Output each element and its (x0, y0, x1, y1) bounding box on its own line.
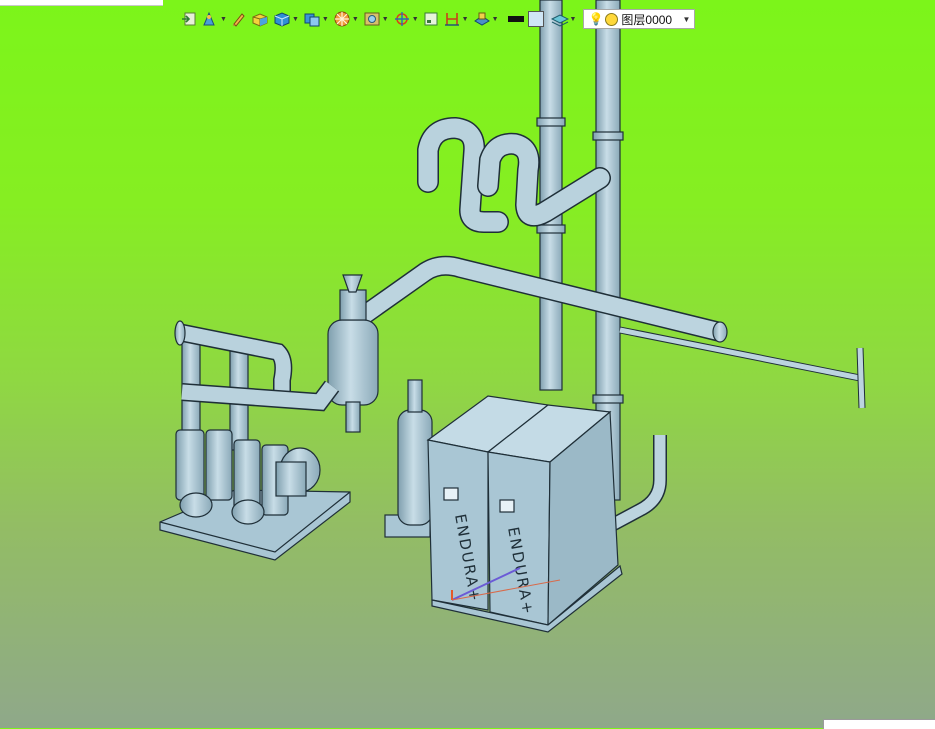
chevron-down-icon: ▼ (569, 15, 577, 23)
cube-button[interactable]: ▼ (272, 8, 300, 30)
pipe-loops (417, 116, 611, 233)
cube-icon (274, 12, 290, 27)
dimension-icon (444, 13, 459, 26)
layer-state-indicator (605, 12, 619, 26)
solid-box-icon (252, 13, 268, 27)
chevron-down-icon: ▼ (351, 15, 359, 23)
import-button[interactable] (180, 8, 198, 30)
secondary-color-swatch[interactable] (527, 11, 544, 27)
chevron-down-icon: ▼ (321, 15, 329, 23)
sketch-tools-button[interactable]: ▼ (200, 8, 228, 30)
layer-select[interactable]: 💡 图层0000 ▼ (583, 9, 696, 29)
snap-button[interactable]: ▼ (392, 8, 420, 30)
chevron-down-icon: ▼ (491, 15, 499, 23)
pipe-end-cap (712, 321, 728, 343)
small-tank (384, 379, 433, 538)
layer-icon (550, 14, 569, 27)
3d-viewport[interactable]: ENDURA+ ENDURA+ (0, 0, 935, 728)
page-button[interactable] (422, 8, 440, 30)
dimension-button[interactable]: ▼ (442, 8, 470, 30)
tank-button[interactable]: ▼ (472, 8, 500, 30)
import-icon (182, 12, 196, 26)
layer-tool-button[interactable]: ▼ (550, 8, 578, 30)
stack-icon (304, 13, 320, 27)
tank-icon (473, 12, 490, 26)
chevron-down-icon: ▼ (291, 15, 299, 23)
page-icon (424, 12, 438, 26)
view-frame-button[interactable]: ▼ (362, 8, 390, 30)
chevron-down-icon: ▼ (682, 14, 691, 24)
lightbulb-icon: 💡 (588, 12, 604, 26)
solid-box-button[interactable] (250, 8, 270, 30)
primary-color-swatch[interactable] (507, 16, 524, 22)
stack-button[interactable]: ▼ (302, 8, 330, 30)
sketch-tools-icon (203, 11, 215, 26)
chevron-down-icon: ▼ (381, 15, 389, 23)
render-wheel-icon (334, 11, 350, 27)
render-button[interactable]: ▼ (332, 8, 360, 30)
pencil-button[interactable] (230, 8, 248, 30)
crosshair-icon (394, 12, 409, 26)
chevron-down-icon: ▼ (461, 15, 469, 23)
main-toolbar: ▼ ▼ ▼ ▼ ▼ ▼ ▼ ▼ ▼ 💡 图层0000 ▼ (180, 8, 696, 30)
chevron-down-icon: ▼ (220, 15, 227, 23)
pencil-icon (232, 13, 245, 27)
view-frame-icon (364, 12, 380, 26)
layer-select-value: 图层0000 (621, 12, 673, 27)
chevron-down-icon: ▼ (411, 15, 419, 23)
pump-skid (159, 320, 351, 561)
